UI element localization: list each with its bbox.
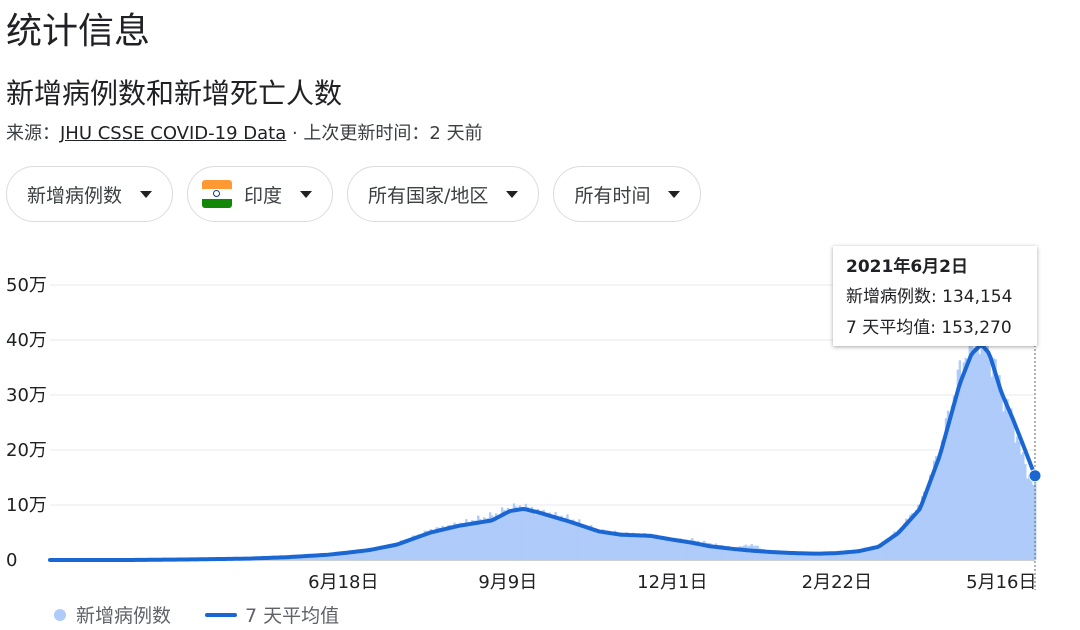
- case-bar: [1034, 480, 1037, 560]
- x-tick-label: 5月16日: [966, 572, 1036, 593]
- tooltip-date: 2021年6月2日: [846, 257, 968, 277]
- x-tick-label: 2月22日: [802, 572, 872, 593]
- chart-title: 新增病例数和新增死亡人数: [6, 77, 343, 110]
- caret-down-icon: [668, 190, 681, 198]
- flag-stripe-bottom: [202, 198, 233, 208]
- tooltip-cases: 新增病例数: 134,154: [846, 287, 1013, 307]
- x-tick-label: 12月1日: [637, 572, 707, 593]
- time-range-dropdown[interactable]: 所有时间: [553, 166, 702, 222]
- update-text: · 上次更新时间：2 天前: [286, 123, 483, 144]
- x-tick-label: 9月9日: [478, 572, 537, 593]
- source-line: 来源：JHU CSSE COVID-19 Data · 上次更新时间：2 天前: [6, 120, 483, 148]
- india-flag-icon: [202, 180, 233, 208]
- y-tick-label: 20万: [6, 440, 47, 461]
- y-tick-label: 30万: [6, 385, 47, 406]
- legend-cases-swatch: [54, 608, 66, 621]
- region-dropdown[interactable]: 所有国家/地区: [347, 166, 540, 222]
- legend-cases-label: 新增病例数: [76, 605, 172, 627]
- caret-down-icon: [300, 190, 313, 198]
- page-title: 统计信息: [6, 11, 151, 52]
- y-tick-label: 50万: [6, 275, 47, 296]
- chart-tooltip: 2021年6月2日 新增病例数: 134,154 7 天平均值: 153,270: [833, 246, 1037, 346]
- filter-bar: 新增病例数 印度 所有国家/地区 所有时间: [6, 166, 702, 222]
- flag-stripe-top: [202, 180, 233, 190]
- legend-average-swatch: [205, 612, 238, 617]
- country-dropdown-label: 印度: [244, 184, 283, 207]
- flag-wheel: [213, 190, 221, 197]
- tooltip-average: 7 天平均值: 153,270: [846, 318, 1012, 338]
- metric-dropdown-label: 新增病例数: [27, 184, 123, 207]
- caret-down-icon: [506, 190, 519, 198]
- legend-average-label: 7 天平均值: [245, 605, 340, 627]
- time-range-dropdown-label: 所有时间: [574, 184, 651, 207]
- y-tick-label: 10万: [6, 495, 47, 516]
- y-tick-label: 0: [6, 550, 17, 571]
- source-link[interactable]: JHU CSSE COVID-19 Data: [60, 123, 286, 144]
- metric-dropdown[interactable]: 新增病例数: [6, 166, 174, 222]
- highlight-point: [1028, 469, 1042, 483]
- x-tick-label: 6月18日: [308, 572, 378, 593]
- region-dropdown-label: 所有国家/地区: [368, 184, 489, 207]
- y-tick-label: 40万: [6, 330, 47, 351]
- source-prefix: 来源：: [6, 123, 60, 144]
- caret-down-icon: [140, 190, 153, 198]
- chart-legend: 新增病例数 7 天平均值: [54, 601, 339, 628]
- country-dropdown[interactable]: 印度: [187, 166, 334, 222]
